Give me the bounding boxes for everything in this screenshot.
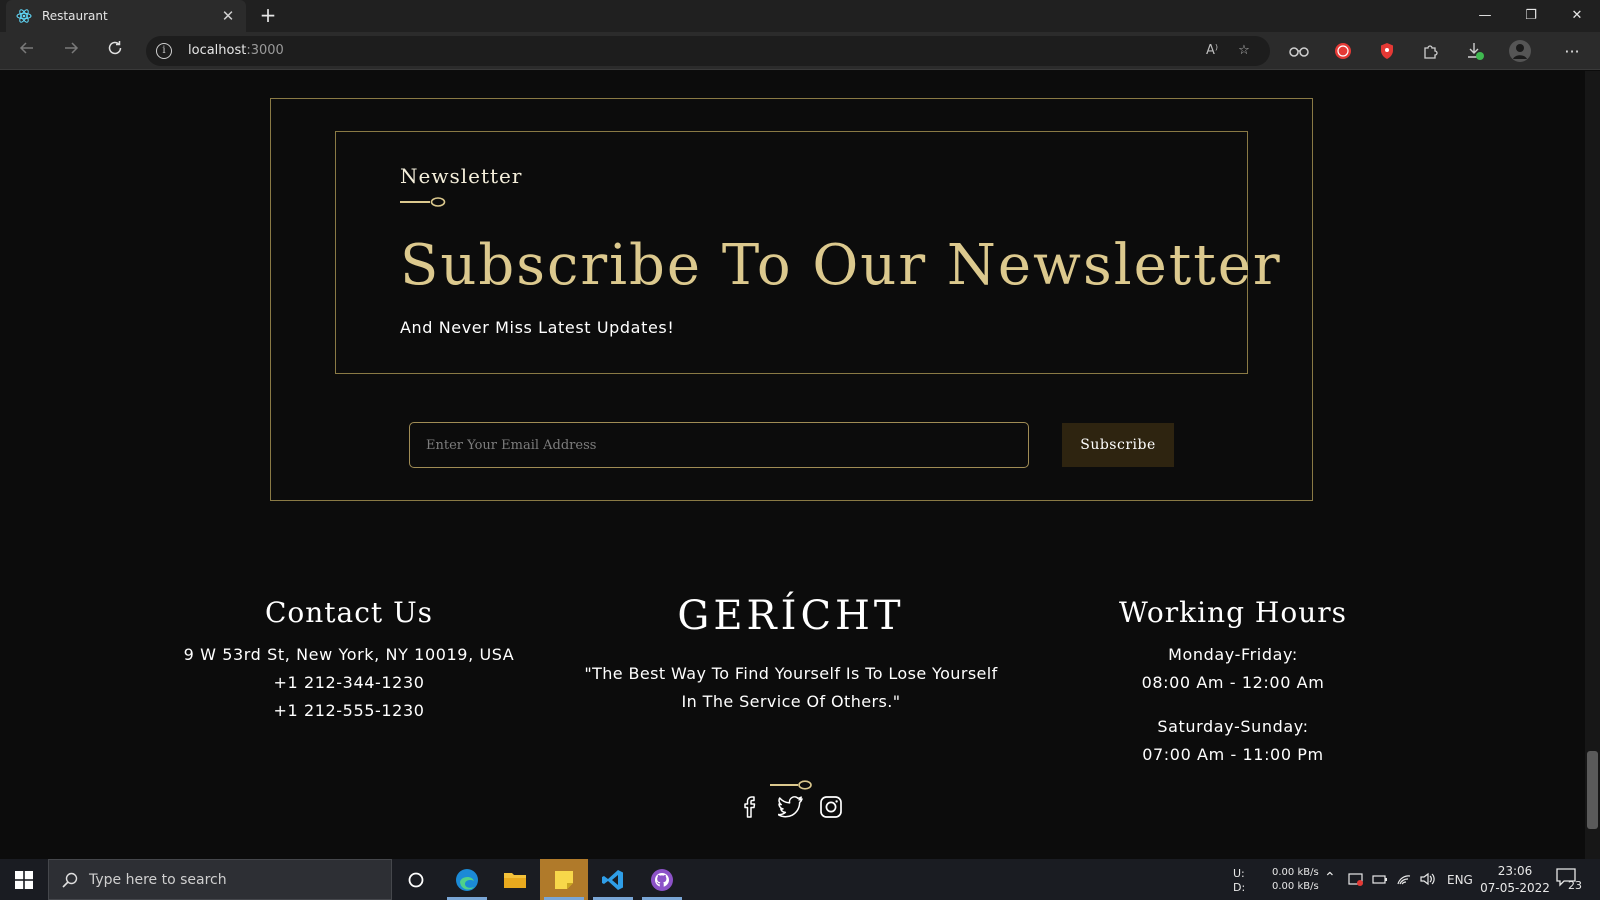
windows-start-button[interactable]: [0, 859, 48, 900]
page-scrollbar[interactable]: [1585, 71, 1600, 859]
reload-icon: [108, 41, 122, 55]
browser-tab[interactable]: Restaurant ✕: [6, 0, 246, 32]
twitter-icon[interactable]: [777, 793, 805, 821]
minimize-button[interactable]: —: [1462, 0, 1508, 32]
taskbar-sticky-notes[interactable]: [540, 859, 588, 900]
language-indicator[interactable]: ENG: [1447, 873, 1473, 887]
forward-button[interactable]: [58, 39, 84, 63]
vscode-icon: [602, 869, 623, 890]
footer-quote: "The Best Way To Find Yourself Is To Los…: [576, 660, 1006, 716]
react-icon: [16, 8, 32, 24]
url-port: :3000: [246, 43, 284, 58]
taskbar-github-desktop[interactable]: [638, 859, 686, 900]
instagram-icon[interactable]: [817, 793, 845, 821]
extensions-puzzle-icon[interactable]: [1419, 39, 1443, 63]
arrow-left-icon: [19, 42, 33, 54]
sticky-notes-icon: [555, 870, 573, 889]
tab-title: Restaurant: [42, 9, 108, 23]
windows-logo-icon: [15, 870, 33, 889]
volume-icon[interactable]: [1419, 871, 1435, 890]
close-tab-icon[interactable]: ✕: [220, 8, 236, 24]
brand-logo[interactable]: GERÍCHT: [586, 593, 996, 639]
clock-time[interactable]: 23:06: [1480, 864, 1550, 878]
net-upload-value: 0.00 kB/s: [1272, 867, 1319, 878]
close-window-button[interactable]: ✕: [1554, 0, 1600, 32]
extension-shield-icon[interactable]: [1375, 39, 1399, 63]
spoon-divider-icon: [400, 197, 446, 207]
quote-line-2: In The Service Of Others.": [681, 692, 901, 711]
edge-icon: [456, 868, 478, 891]
taskbar-vscode[interactable]: [589, 859, 637, 900]
quote-line-1: "The Best Way To Find Yourself Is To Los…: [584, 664, 998, 683]
search-placeholder: Type here to search: [89, 872, 227, 888]
folder-icon: [504, 872, 526, 888]
notification-count: 23: [1568, 879, 1582, 892]
subscribe-button[interactable]: Subscribe: [1062, 423, 1174, 467]
more-menu-icon[interactable]: ···: [1560, 39, 1584, 63]
extension-glasses-icon[interactable]: [1287, 39, 1311, 63]
show-hidden-icons-chevron-icon[interactable]: ⌃: [1324, 870, 1336, 886]
address-bar[interactable]: i localhost:3000 A⁾ ☆: [146, 36, 1270, 66]
email-input[interactable]: [409, 422, 1029, 468]
security-tray-icon[interactable]: [1348, 871, 1364, 890]
arrow-right-icon: [65, 42, 79, 54]
search-icon: [62, 872, 78, 888]
windows-taskbar: Type here to search U: D: 0.00 kB/s 0.00…: [0, 859, 1600, 900]
scrollbar-thumb[interactable]: [1587, 751, 1598, 829]
profile-avatar[interactable]: [1508, 39, 1532, 63]
taskbar-file-explorer[interactable]: [491, 859, 539, 900]
clock-date[interactable]: 07-05-2022: [1480, 881, 1550, 895]
net-download-value: 0.00 kB/s: [1272, 881, 1319, 892]
weekdays-label: Monday-Friday:: [1168, 645, 1298, 664]
taskbar-edge[interactable]: [443, 859, 491, 900]
spoon-divider-icon: [770, 780, 812, 790]
working-hours-title: Working Hours: [1119, 596, 1347, 629]
reload-button[interactable]: [102, 39, 128, 63]
net-download-label: D:: [1233, 881, 1246, 894]
read-aloud-icon[interactable]: A⁾: [1202, 42, 1222, 60]
weekdays-time: 08:00 Am - 12:00 Am: [1141, 673, 1325, 692]
weekend-label: Saturday-Sunday:: [1157, 717, 1309, 736]
battery-icon[interactable]: [1372, 871, 1388, 890]
info-icon[interactable]: i: [156, 43, 172, 59]
newsletter-subheading: Newsletter: [400, 164, 523, 188]
task-view-button[interactable]: [392, 859, 440, 900]
browser-toolbar: i localhost:3000 A⁾ ☆: [0, 32, 1600, 70]
contact-address: 9 W 53rd St, New York, NY 10019, USA: [183, 645, 515, 664]
contact-title: Contact Us: [264, 596, 434, 629]
weekend-time: 07:00 Am - 11:00 Pm: [1142, 745, 1324, 764]
taskbar-search-box[interactable]: Type here to search: [48, 859, 392, 900]
page-content: Newsletter Subscribe To Our Newsletter A…: [0, 71, 1585, 859]
newsletter-title: Subscribe To Our Newsletter: [400, 233, 1282, 298]
extension-adblock-icon[interactable]: [1331, 39, 1355, 63]
new-tab-button[interactable]: +: [256, 4, 280, 28]
contact-phone-2: +1 212-555-1230: [273, 701, 425, 720]
browser-tab-bar: Restaurant ✕ + — ❐ ✕: [0, 0, 1600, 32]
back-button[interactable]: [14, 39, 40, 63]
contact-phone-1: +1 212-344-1230: [273, 673, 425, 692]
downloads-icon[interactable]: [1463, 39, 1487, 63]
facebook-icon[interactable]: [737, 793, 765, 821]
favorite-star-icon[interactable]: ☆: [1234, 42, 1254, 60]
github-icon: [651, 868, 673, 891]
newsletter-description: And Never Miss Latest Updates!: [400, 318, 675, 337]
net-upload-label: U:: [1233, 867, 1245, 880]
cortana-circle-icon: [408, 872, 424, 887]
restore-button[interactable]: ❐: [1508, 0, 1554, 32]
wifi-icon[interactable]: [1396, 871, 1412, 890]
url-text: localhost:3000: [188, 43, 284, 58]
url-host: localhost: [188, 43, 247, 58]
